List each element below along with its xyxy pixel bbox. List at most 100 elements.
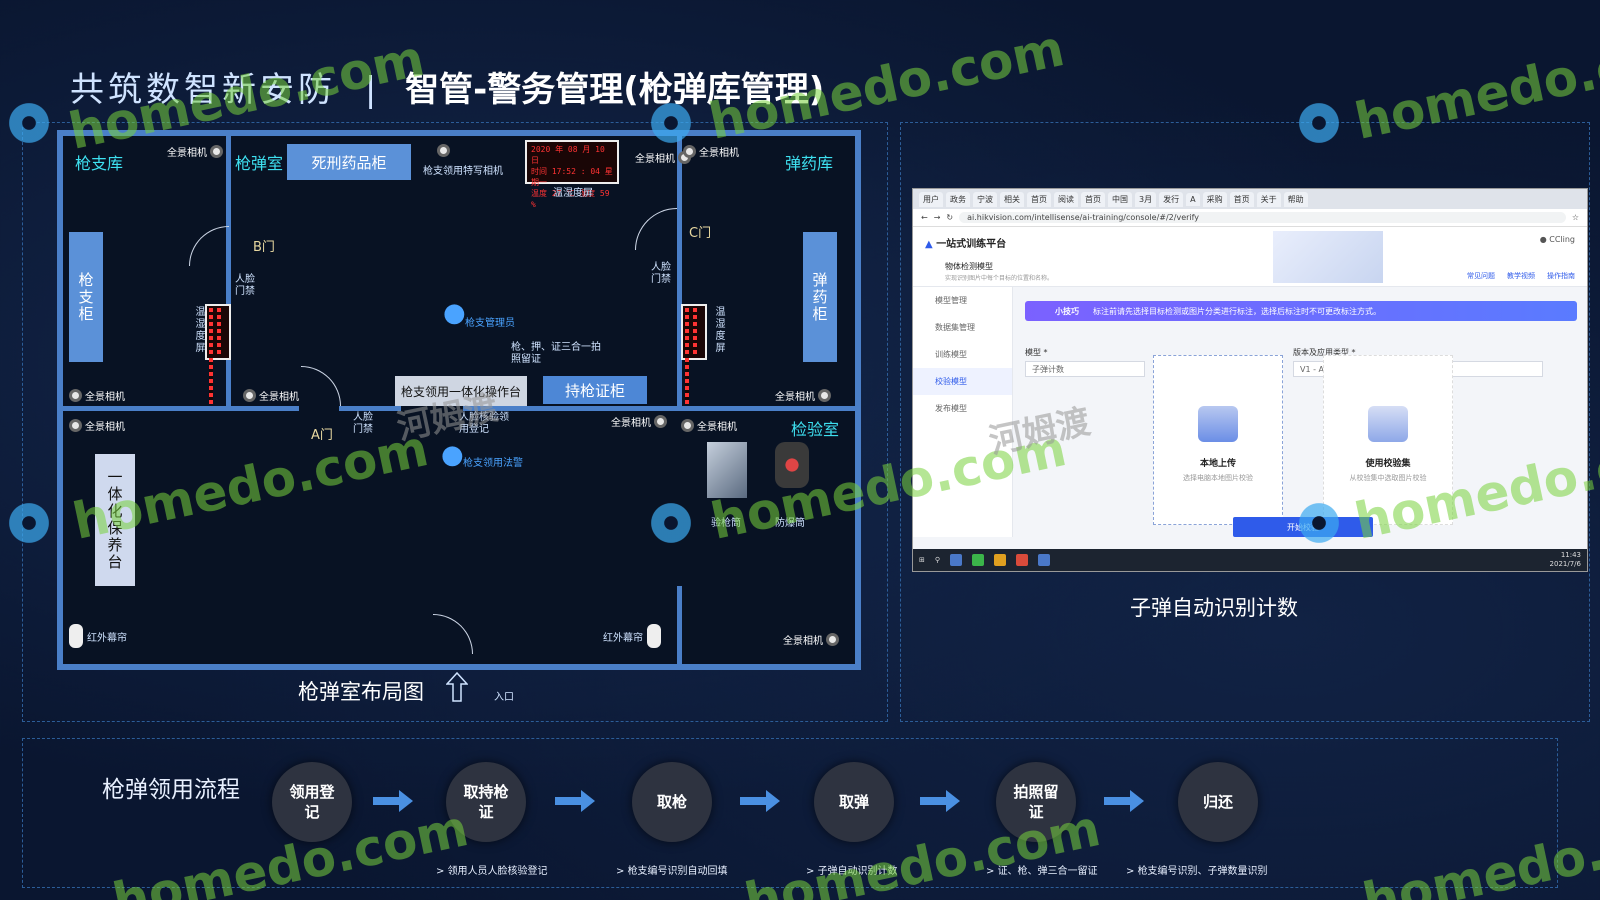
arrow-right-icon: [1104, 790, 1144, 812]
watermark-logo-icon: [6, 100, 52, 146]
panorama-camera: 全景相机: [683, 144, 739, 159]
flow-title: 枪弹领用流程: [102, 777, 240, 803]
room-gun-store: 枪支库: [75, 154, 124, 173]
browser-tab[interactable]: 关于: [1256, 191, 1281, 207]
taskbar-app-icon[interactable]: [1038, 554, 1051, 566]
taskbar-app-icon[interactable]: [1016, 554, 1029, 566]
url-field[interactable]: ai.hikvision.com/intellisense/ai-trainin…: [959, 212, 1566, 223]
browser-tab[interactable]: 发行: [1159, 191, 1184, 207]
explosion-tank-icon: [775, 442, 809, 488]
link-guide[interactable]: 操作指南: [1547, 271, 1575, 281]
title-right: 智管-警务管理(枪弹库管理): [405, 70, 825, 110]
gun-police-label: 枪支领用法警: [463, 458, 523, 469]
browser-tab[interactable]: 首页: [1027, 191, 1051, 207]
back-icon[interactable]: ←: [921, 213, 928, 222]
flow-note: > 证、枪、弹三合一留证: [986, 866, 1098, 877]
module-sub: 实现识别图片中每个目标的位置和名称。: [945, 275, 1054, 282]
step-take-license: 取持枪证: [446, 762, 526, 842]
panorama-camera: 全景相机: [783, 632, 839, 647]
tip-banner: 小技巧 标注前请先选择目标检测或图片分类进行标注，选择后标注时不可更改标注方式。: [1025, 301, 1577, 321]
header-illustration: [1273, 231, 1383, 283]
sidebar-item-dataset-mgmt[interactable]: 数据集管理: [913, 314, 1012, 341]
ammo-cabinet: 弹药柜: [803, 232, 837, 362]
tip-label: 小技巧: [1055, 306, 1079, 316]
door-c-swing: [635, 208, 677, 250]
browser-tab[interactable]: 中国: [1108, 191, 1132, 207]
wall: [677, 586, 682, 666]
browser-tab[interactable]: 用户: [919, 191, 943, 207]
entrance-arrow-icon: [445, 671, 469, 702]
header-links: 常见问题 教学视频 操作指南: [1467, 271, 1575, 281]
temp-label-left: 温湿度屏: [193, 306, 204, 354]
sidebar-item-model-mgmt[interactable]: 模型管理: [913, 287, 1012, 314]
flow-note: > 枪支编号识别、子弹数量识别: [1126, 866, 1268, 877]
link-faq[interactable]: 常见问题: [1467, 271, 1495, 281]
browser-tab[interactable]: 帮助: [1283, 191, 1308, 207]
browser-tabs: 用户 政务 宁波 相关 首页 阅读 首页 中国 3月 发行 A 采购 首页 关于 帮助: [913, 189, 1587, 209]
panorama-camera: 全景相机: [243, 388, 299, 403]
screenshot-caption: 子弹自动识别计数: [1130, 596, 1298, 620]
flow-note: > 子弹自动识别计数: [806, 866, 898, 877]
browser-tab[interactable]: 3月: [1135, 191, 1157, 207]
model-select[interactable]: 子弹计数: [1025, 361, 1145, 377]
local-upload-card[interactable]: 本地上传 选择电脑本地图片校验: [1153, 355, 1283, 525]
gun-checker-icon: [707, 442, 747, 498]
taskbar-clock: 11:43 2021/7/6: [1549, 551, 1581, 568]
step-take-gun: 取枪: [632, 762, 712, 842]
search-icon[interactable]: ⚲: [935, 556, 940, 564]
door-b-swing: [189, 226, 229, 266]
gun-cabinet: 枪支柜: [69, 232, 103, 362]
arrow-right-icon: [373, 790, 413, 812]
forward-icon[interactable]: →: [934, 213, 941, 222]
dataset-title: 使用校验集: [1365, 459, 1411, 469]
browser-tab[interactable]: 宁波: [973, 191, 997, 207]
dataset-icon: [1368, 406, 1408, 442]
model-label: 模型 *: [1025, 348, 1048, 357]
face-access-c: 人脸门禁: [651, 262, 671, 285]
entrance-door: [433, 614, 473, 654]
taskbar-app-icon[interactable]: [950, 554, 963, 566]
tip-text: 标注前请先选择目标检测或图片分类进行标注，选择后标注时不可更改标注方式。: [1093, 306, 1381, 316]
watermark-logo-icon: [1296, 500, 1342, 546]
temp-humidity-label: 温湿度屏: [553, 188, 593, 199]
sidebar-item-train-model[interactable]: 训练模型: [913, 341, 1012, 368]
taskbar-app-icon[interactable]: [994, 554, 1007, 566]
plan-caption: 枪弹室布局图: [298, 680, 424, 704]
browser-tab[interactable]: 首页: [1229, 191, 1254, 207]
flow-note: > 领用人员人脸核验登记: [436, 866, 548, 877]
door-a-swing: [301, 366, 341, 406]
windows-icon[interactable]: ⊞: [919, 556, 925, 564]
led-clock-display: 2020 年 08 月 10 日 时间 17:52 : 04 星期一 温度 27…: [525, 140, 619, 209]
app-logo-icon: ▲: [925, 239, 933, 250]
watermark-logo-icon: [6, 500, 52, 546]
browser-tab[interactable]: 首页: [1081, 191, 1105, 207]
flow-panel: [22, 738, 1558, 888]
step-photo: 拍照留证: [996, 762, 1076, 842]
browser-tab[interactable]: 相关: [1000, 191, 1024, 207]
sidebar-item-verify-model[interactable]: 校验模型: [913, 368, 1012, 395]
browser-tab[interactable]: 阅读: [1054, 191, 1078, 207]
room-inspection: 检验室: [791, 420, 840, 439]
address-bar[interactable]: ← → ↻ ai.hikvision.com/intellisense/ai-t…: [913, 209, 1587, 227]
watermark-logo-icon: [648, 100, 694, 146]
panorama-camera: 全景相机: [69, 388, 125, 403]
room-gun-room: 枪弹室: [235, 154, 284, 173]
arrow-right-icon: [555, 790, 595, 812]
browser-tab[interactable]: 采购: [1202, 191, 1227, 207]
safe-desk: 一体化保养台: [95, 454, 135, 586]
user-menu[interactable]: ● CCling: [1540, 235, 1575, 244]
gun-police-icon: ●: [441, 440, 464, 470]
use-dataset-card[interactable]: 使用校验集 从校验集中选取图片校验: [1323, 355, 1453, 525]
face-access-a: 人脸门禁: [353, 412, 373, 435]
door-b-label: B门: [253, 240, 275, 255]
ir-curtain-right: 红外幕帘: [603, 624, 661, 648]
panorama-camera: 全景相机: [167, 144, 223, 159]
wall: [226, 136, 231, 406]
taskbar-app-icon[interactable]: [972, 554, 985, 566]
refresh-icon[interactable]: ↻: [946, 213, 953, 222]
link-video[interactable]: 教学视频: [1507, 271, 1535, 281]
browser-tab[interactable]: 政务: [946, 191, 970, 207]
star-icon[interactable]: ☆: [1572, 213, 1579, 222]
wall: [677, 136, 682, 406]
browser-tab[interactable]: A: [1186, 192, 1200, 206]
